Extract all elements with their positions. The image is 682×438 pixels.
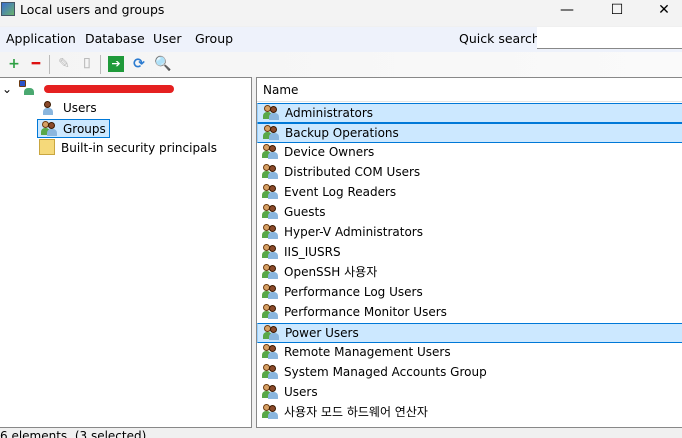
quick-search-label: Quick search: (459, 31, 545, 46)
group-name: OpenSSH 사용자 (284, 265, 378, 279)
group-name: Event Log Readers (284, 185, 397, 199)
search-icon[interactable]: 🔍 (154, 56, 171, 72)
group-name: Performance Log Users (284, 285, 423, 299)
list-item[interactable]: 사용자 모드 하드웨어 연산자 (257, 403, 682, 423)
group-icon (263, 324, 279, 340)
group-icon (262, 303, 278, 319)
group-icon (262, 263, 278, 279)
group-name: IIS_IUSRS (284, 245, 341, 259)
expand-chevron-icon[interactable]: ⌄ (2, 80, 12, 99)
computer-icon (18, 79, 34, 95)
refresh-icon[interactable]: ⟳ (131, 56, 147, 72)
tree-pane: ⌄ Users Groups Built-in security princip… (0, 77, 252, 428)
list-item[interactable]: Users (257, 383, 682, 403)
group-icon (41, 120, 57, 136)
menu-user[interactable]: User (153, 31, 182, 46)
quick-search-input[interactable] (537, 27, 682, 49)
list-item[interactable]: Hyper-V Administrators (257, 223, 682, 243)
toolbar-separator (49, 55, 50, 74)
list-item[interactable]: IIS_IUSRS (257, 243, 682, 263)
redacted-root-label (43, 84, 174, 93)
add-icon[interactable]: + (6, 56, 22, 72)
tree-item-groups[interactable]: Groups (37, 119, 110, 138)
group-icon (262, 343, 278, 359)
list-item[interactable]: Power Users (257, 323, 682, 343)
menu-application[interactable]: Application (6, 31, 76, 46)
toolbar: + ━ ✎ ⌷ ➔ ⟳ 🔍 (0, 52, 682, 77)
folder-icon (39, 139, 55, 155)
group-name: Performance Monitor Users (284, 305, 447, 319)
remove-icon[interactable]: ━ (28, 56, 44, 72)
group-icon (263, 124, 279, 140)
list-item[interactable]: Device Owners (257, 143, 682, 163)
status-bar: 6 elements, (3 selected) (0, 428, 682, 438)
group-icon (262, 203, 278, 219)
tree-label: Users (63, 101, 97, 115)
rename-icon: ⌷ (82, 56, 92, 72)
list-item[interactable]: Remote Management Users (257, 343, 682, 363)
group-icon (262, 183, 278, 199)
group-name: Guests (284, 205, 326, 219)
group-name: 사용자 모드 하드웨어 연산자 (284, 405, 428, 419)
user-icon (41, 99, 57, 115)
group-icon (262, 143, 278, 159)
list-item[interactable]: Performance Monitor Users (257, 303, 682, 323)
group-name: Device Owners (284, 145, 375, 159)
group-name: Hyper-V Administrators (284, 225, 423, 239)
list-item[interactable]: Backup Operations (257, 123, 682, 143)
group-name: Distributed COM Users (284, 165, 421, 179)
group-name: System Managed Accounts Group (284, 365, 487, 379)
window-title: Local users and groups (20, 2, 165, 17)
title-bar: Local users and groups — ☐ ✕ (0, 0, 682, 26)
toolbar-separator (100, 55, 101, 74)
tree-item-builtin-security-principals[interactable]: Built-in security principals (39, 139, 217, 158)
column-header-name[interactable]: Name (257, 78, 682, 102)
tree-root[interactable] (18, 79, 174, 98)
close-button[interactable]: ✕ (641, 0, 682, 22)
list-item[interactable]: System Managed Accounts Group (257, 363, 682, 383)
group-icon (262, 363, 278, 379)
group-name: Users (284, 385, 318, 399)
minimize-button[interactable]: — (544, 0, 590, 22)
list-item[interactable]: Distributed COM Users (257, 163, 682, 183)
group-icon (262, 243, 278, 259)
list-item[interactable]: Administrators (257, 103, 682, 123)
go-icon[interactable]: ➔ (108, 56, 124, 72)
group-list: Name Administrators Backup Operations Devi… (256, 77, 682, 428)
group-icon (263, 104, 279, 120)
tree-label: Built-in security principals (61, 141, 217, 155)
edit-icon: ✎ (58, 56, 70, 72)
group-name: Administrators (285, 106, 374, 120)
menu-group[interactable]: Group (195, 31, 233, 46)
menu-database[interactable]: Database (85, 31, 145, 46)
list-item[interactable]: Event Log Readers (257, 183, 682, 203)
maximize-button[interactable]: ☐ (594, 0, 640, 22)
list-item[interactable]: Performance Log Users (257, 283, 682, 303)
group-icon (262, 283, 278, 299)
group-name: Remote Management Users (284, 345, 451, 359)
group-icon (262, 403, 278, 419)
group-icon (262, 163, 278, 179)
app-icon (1, 2, 15, 16)
list-item[interactable]: OpenSSH 사용자 (257, 263, 682, 283)
list-item[interactable]: Guests (257, 203, 682, 223)
group-icon (262, 383, 278, 399)
status-text: 6 elements, (3 selected) (0, 429, 147, 438)
group-icon (262, 223, 278, 239)
tree-item-users[interactable]: Users (41, 99, 97, 118)
group-name: Power Users (285, 326, 359, 340)
tree-label: Groups (63, 122, 106, 136)
group-name: Backup Operations (285, 126, 399, 140)
